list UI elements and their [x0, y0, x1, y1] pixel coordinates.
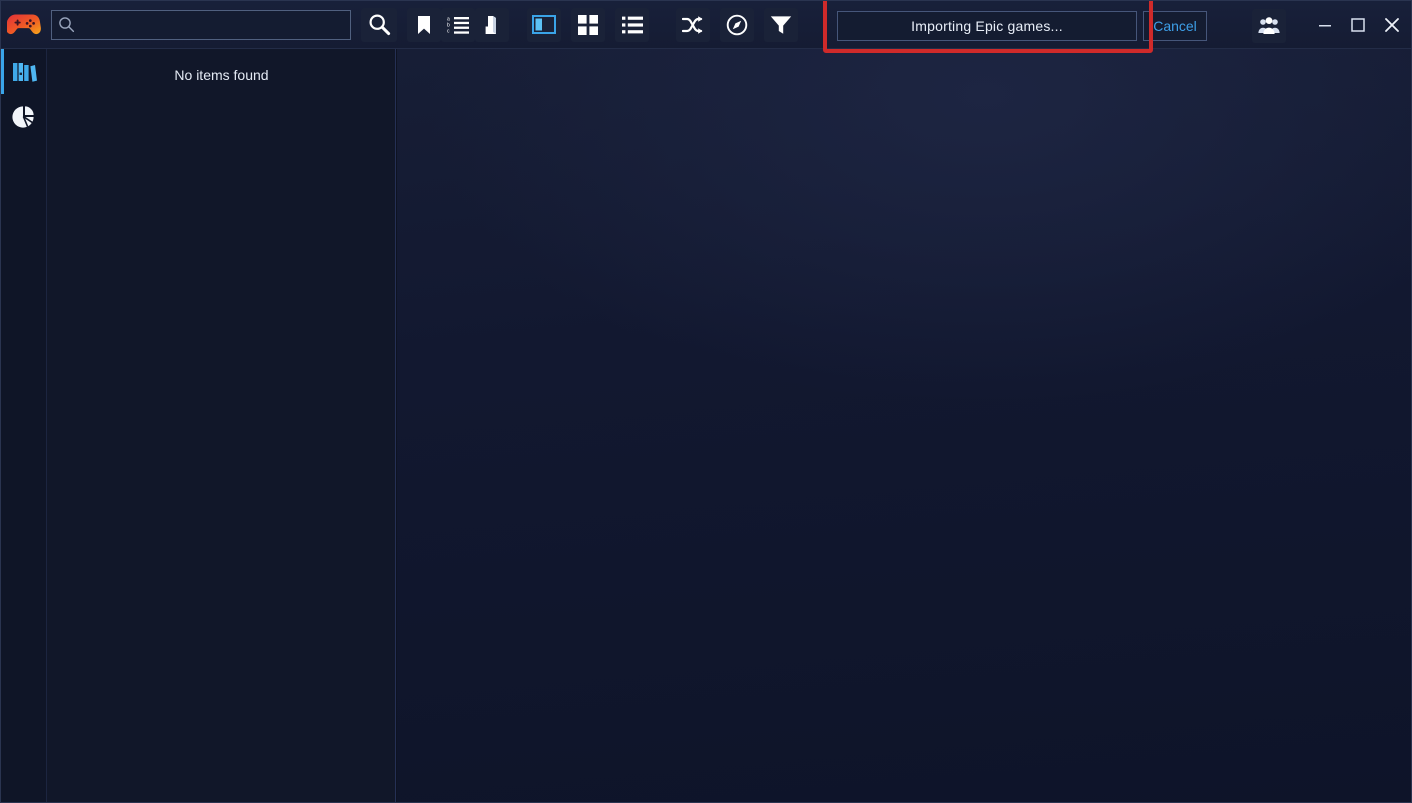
- gamepad-icon: [7, 12, 41, 38]
- bookmark-button[interactable]: [407, 7, 441, 42]
- sort-alphabetical-button[interactable]: a b c: [441, 7, 475, 42]
- maximize-icon: [1351, 18, 1365, 32]
- app-logo: [1, 1, 47, 49]
- import-status-box: Importing Epic games...: [837, 11, 1137, 41]
- bookmark-icon: [415, 15, 433, 35]
- community-button[interactable]: [1252, 9, 1286, 43]
- content-area: [397, 49, 1411, 802]
- sort-direction-button[interactable]: [475, 7, 509, 42]
- sort-alphabetical-icon: a b c: [447, 15, 469, 35]
- maximize-button[interactable]: [1341, 9, 1375, 41]
- compass-button[interactable]: [720, 7, 754, 42]
- grid-view-button[interactable]: [571, 7, 605, 42]
- sidebar-item-library[interactable]: [1, 49, 47, 94]
- top-toolbar: a b c Importing Epic games... Cancel: [1, 1, 1411, 53]
- empty-state-message: No items found: [174, 67, 269, 83]
- search-button[interactable]: [361, 7, 397, 42]
- sidebar-item-statistics[interactable]: [1, 94, 47, 139]
- list-view-button[interactable]: [615, 7, 649, 42]
- filter-button[interactable]: [764, 7, 798, 42]
- compass-icon: [726, 14, 748, 36]
- close-icon: [1384, 17, 1400, 33]
- shuffle-icon: [682, 15, 704, 35]
- sidebar: [1, 49, 47, 802]
- filter-icon: [770, 15, 792, 35]
- minimize-button[interactable]: [1308, 9, 1342, 41]
- pie-chart-icon: [12, 105, 36, 129]
- search-icon: [367, 12, 392, 37]
- close-button[interactable]: [1375, 9, 1409, 41]
- split-view-icon: [532, 15, 556, 34]
- search-input[interactable]: [51, 9, 351, 40]
- search-field-wrapper: [51, 9, 351, 40]
- split-view-button[interactable]: [527, 7, 561, 42]
- svg-text:c: c: [447, 28, 450, 34]
- community-icon: [1258, 16, 1280, 36]
- library-icon: [12, 61, 37, 83]
- items-list-panel: No items found: [47, 49, 396, 802]
- minimize-icon: [1318, 19, 1332, 31]
- cancel-button[interactable]: Cancel: [1143, 11, 1207, 41]
- sort-direction-icon: [483, 15, 501, 35]
- list-view-icon: [621, 16, 643, 34]
- shuffle-button[interactable]: [676, 7, 710, 42]
- grid-view-icon: [578, 14, 598, 35]
- application-window: a b c Importing Epic games... Cancel No …: [0, 0, 1412, 803]
- import-status-label: Importing Epic games...: [911, 18, 1063, 34]
